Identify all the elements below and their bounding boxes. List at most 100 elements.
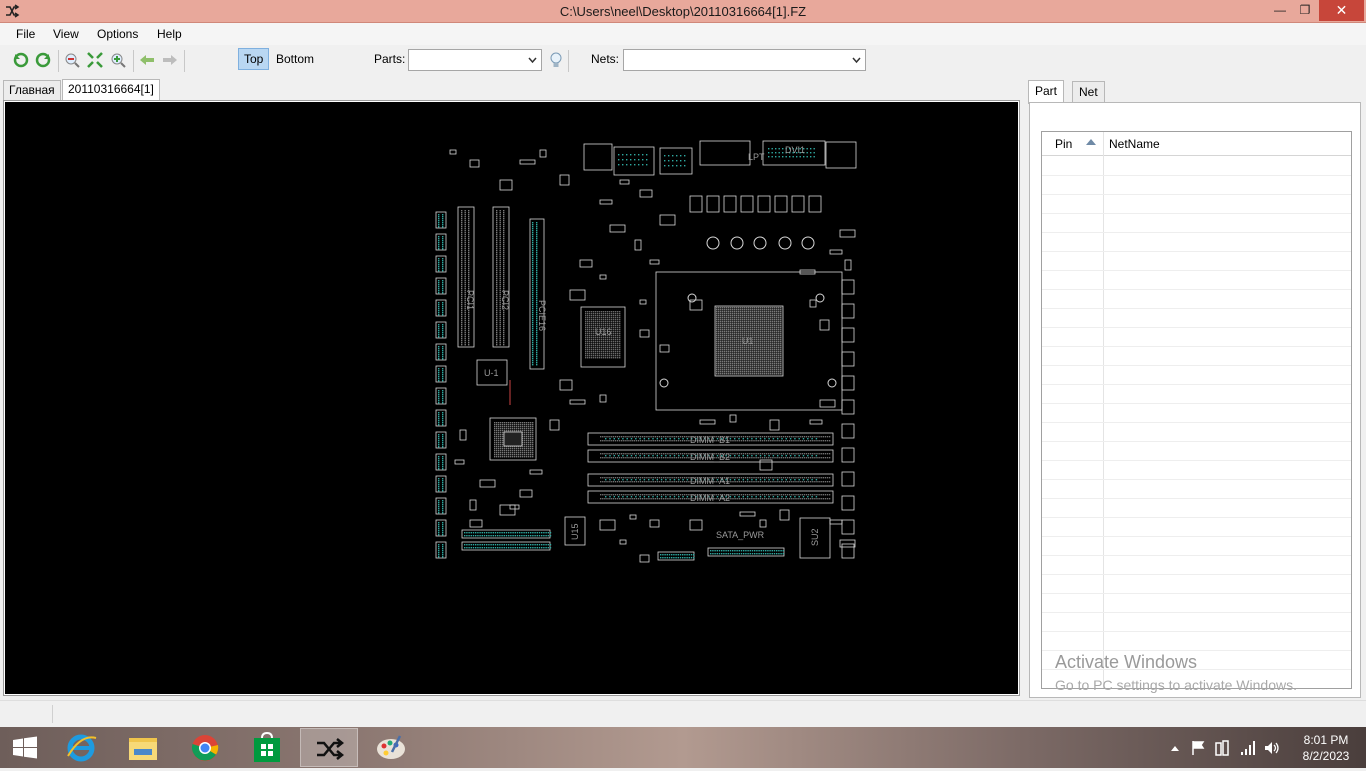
menu-view[interactable]: View: [53, 27, 79, 41]
nets-combo[interactable]: [623, 49, 866, 71]
label-dimm[interactable]: DIMM_A2: [690, 493, 730, 503]
smd-component[interactable]: [509, 504, 520, 510]
board-canvas[interactable]: U1 DIMM_B1 DIMM_B2 DIMM_A1 DIMM_A2 PCI1 PCI2 PC…: [5, 102, 1018, 694]
left-header[interactable]: [435, 211, 447, 229]
board-view[interactable]: U1 DIMM_B1 DIMM_B2 DIMM_A1 DIMM_A2 PCI1 PCI2 PC…: [5, 102, 1018, 694]
left-header[interactable]: [435, 475, 447, 493]
smd-component[interactable]: [454, 459, 465, 465]
parts-combo[interactable]: [408, 49, 542, 71]
small-connector[interactable]: [657, 551, 695, 561]
smd-component[interactable]: [609, 224, 626, 233]
rotate-right-icon[interactable]: [34, 51, 52, 69]
tab-net[interactable]: Net: [1072, 81, 1105, 103]
smd-component[interactable]: [469, 519, 483, 528]
left-header[interactable]: [435, 365, 447, 383]
back-arrow-icon[interactable]: [138, 51, 156, 69]
label-dimm[interactable]: DIMM_A1: [690, 476, 730, 486]
right-part[interactable]: [841, 351, 855, 367]
smd-component[interactable]: [739, 511, 756, 517]
column-pin[interactable]: Pin: [1055, 137, 1072, 151]
smd-component[interactable]: [634, 239, 642, 251]
right-part[interactable]: [841, 303, 855, 319]
smd-component[interactable]: [599, 519, 616, 531]
maximize-button[interactable]: ❐: [1291, 0, 1319, 21]
smd-component[interactable]: [469, 159, 480, 168]
label-sata[interactable]: SATA_PWR: [716, 530, 765, 540]
vga-connector[interactable]: [613, 146, 655, 176]
right-part[interactable]: [841, 519, 855, 535]
left-header[interactable]: [435, 277, 447, 295]
highlight-bulb-icon[interactable]: [547, 51, 565, 69]
smd-component[interactable]: [829, 519, 843, 525]
minimize-button[interactable]: —: [1266, 0, 1294, 21]
io-connector[interactable]: [825, 141, 857, 169]
sata-connector[interactable]: [707, 547, 785, 557]
label-u-1[interactable]: U-1: [484, 368, 499, 378]
capacitor-round[interactable]: [753, 236, 767, 250]
smd-component[interactable]: [699, 419, 716, 425]
left-header[interactable]: [435, 453, 447, 471]
smd-component[interactable]: [569, 399, 586, 405]
header-connector[interactable]: [461, 529, 551, 539]
taskbar-paint[interactable]: [362, 728, 420, 767]
action-center-flag-icon[interactable]: [1190, 739, 1206, 757]
smd-component[interactable]: [559, 379, 573, 391]
capacitor[interactable]: [706, 195, 720, 213]
label-dimm[interactable]: DIMM_B2: [690, 452, 730, 462]
smd-component[interactable]: [759, 519, 767, 528]
menu-options[interactable]: Options: [97, 27, 138, 41]
left-header[interactable]: [435, 541, 447, 559]
header-connector[interactable]: [461, 541, 551, 551]
smd-component[interactable]: [499, 179, 513, 191]
capacitor[interactable]: [757, 195, 771, 213]
right-part[interactable]: [841, 495, 855, 511]
right-part[interactable]: [841, 447, 855, 463]
smd-component[interactable]: [659, 214, 676, 226]
smd-component[interactable]: [769, 419, 780, 431]
label-su2[interactable]: SU2: [810, 528, 820, 546]
forward-arrow-icon[interactable]: [161, 51, 179, 69]
smd-component[interactable]: [559, 174, 570, 186]
right-part[interactable]: [841, 471, 855, 487]
menu-file[interactable]: File: [16, 27, 35, 41]
system-clock[interactable]: 8:01 PM 8/2/2023: [1296, 732, 1356, 764]
lpt-connector[interactable]: [699, 140, 751, 166]
capacitor[interactable]: [791, 195, 805, 213]
pci-slot-1[interactable]: [457, 206, 475, 348]
left-header[interactable]: [435, 409, 447, 427]
smd-component[interactable]: [844, 259, 852, 271]
capacitor[interactable]: [740, 195, 754, 213]
smd-component[interactable]: [689, 519, 703, 531]
smd-component[interactable]: [639, 189, 653, 198]
smd-component[interactable]: [499, 504, 516, 516]
smd-component[interactable]: [519, 489, 533, 498]
smd-component[interactable]: [729, 414, 737, 423]
left-header[interactable]: [435, 299, 447, 317]
smd-component[interactable]: [809, 419, 823, 425]
column-netname[interactable]: NetName: [1109, 137, 1160, 151]
mount-hole[interactable]: [827, 378, 837, 388]
smd-component[interactable]: [649, 259, 660, 265]
volume-icon[interactable]: [1263, 739, 1281, 757]
taskbar-internet-explorer[interactable]: [52, 728, 110, 767]
smd-component[interactable]: [459, 429, 467, 441]
taskbar-boardviewer[interactable]: [300, 728, 358, 767]
left-header[interactable]: [435, 255, 447, 273]
tab-part[interactable]: Part: [1028, 80, 1065, 104]
capacitor-round[interactable]: [706, 236, 720, 250]
smd-component[interactable]: [619, 539, 627, 545]
label-dvi[interactable]: DVI1: [785, 145, 805, 155]
zoom-in-icon[interactable]: [109, 51, 127, 69]
taskbar-chrome[interactable]: [176, 728, 234, 767]
smd-component[interactable]: [449, 149, 457, 155]
smd-component[interactable]: [599, 394, 607, 403]
right-part[interactable]: [841, 375, 855, 391]
mount-hole[interactable]: [659, 378, 669, 388]
smd-component[interactable]: [649, 519, 660, 528]
label-pcie16[interactable]: PCIE16: [537, 300, 547, 331]
left-header[interactable]: [435, 321, 447, 339]
smd-component[interactable]: [829, 249, 843, 255]
smd-component[interactable]: [639, 299, 647, 305]
smd-component[interactable]: [479, 479, 496, 488]
smd-component[interactable]: [579, 259, 593, 268]
